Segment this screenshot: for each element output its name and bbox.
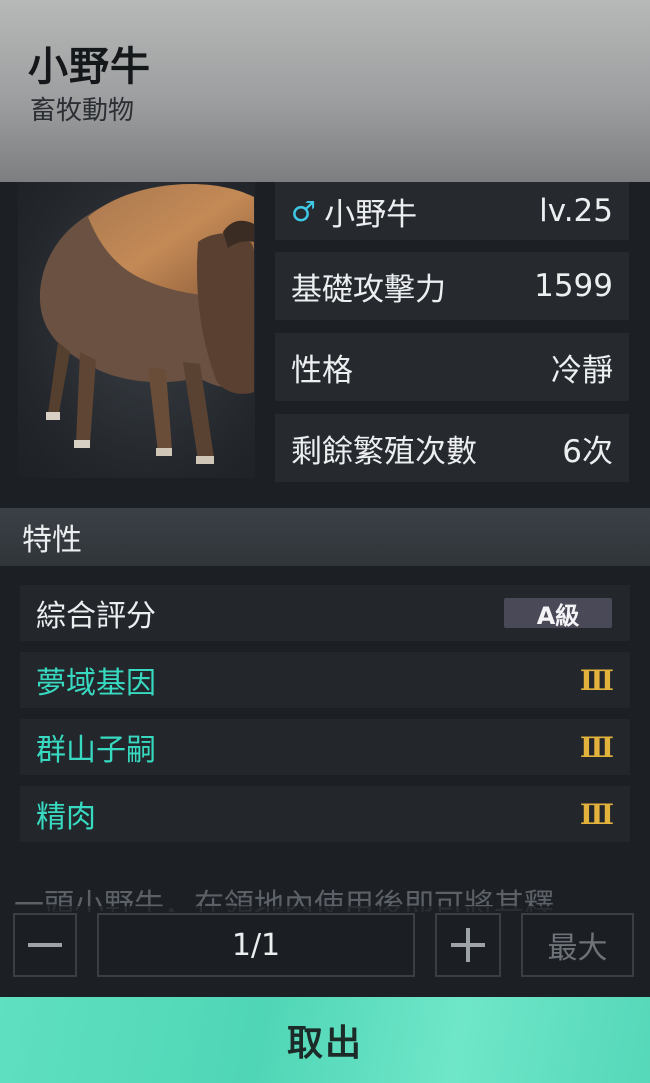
trait-row[interactable]: 精肉 Ⅲ [20,786,630,842]
trait-level: Ⅲ [579,663,614,697]
breeding-label: 剩餘繁殖次數 [291,433,477,470]
increase-button[interactable] [435,913,501,977]
trait-name: 夢域基因 [36,666,156,701]
breeding-value: 6次 [562,433,613,470]
max-label: 最大 [547,931,608,966]
page-title: 小野牛 [28,44,151,90]
plus-icon [451,928,485,962]
bison-image [39,183,255,464]
stat-row-name-level: ♂ 小野牛 lv.25 [275,182,629,240]
trait-name: 群山子嗣 [36,733,156,768]
personality-label: 性格 [291,352,353,389]
trait-name: 精肉 [36,800,96,835]
max-button[interactable]: 最大 [521,913,634,977]
traits-section-title: 特性 [22,523,82,558]
take-out-button[interactable]: 取出 [0,997,650,1083]
overall-rating-label: 綜合評分 [36,599,156,634]
stat-row-breeding: 剩餘繁殖次數 6次 [275,414,629,482]
overall-rating-row: 綜合評分 A級 [20,585,630,641]
grade-badge: A級 [504,598,612,630]
minus-icon [28,943,62,947]
trait-level: Ⅲ [579,730,614,764]
trait-row[interactable]: 群山子嗣 Ⅲ [20,719,630,775]
decrease-button[interactable] [13,913,77,977]
quantity-field[interactable]: 1/1 [97,913,415,977]
trait-level: Ⅲ [579,797,614,831]
animal-name: 小野牛 [324,196,418,233]
quantity-value: 1/1 [231,927,281,963]
take-out-label: 取出 [286,1023,363,1064]
page-subtitle: 畜牧動物 [30,96,135,126]
attack-value: 1599 [534,268,613,304]
pet-detail-panel: 小野牛 畜牧動物 ♂ 小野牛 lv.25 基礎攻擊力 1599 性格 冷靜 剩餘… [0,0,650,1083]
level-value: lv.25 [539,193,613,229]
male-icon: ♂ [291,194,317,228]
stat-row-attack: 基礎攻擊力 1599 [275,252,629,320]
personality-value: 冷靜 [551,352,613,389]
stat-row-personality: 性格 冷靜 [275,333,629,401]
stat-name-label: ♂ 小野牛 [291,189,417,234]
attack-label: 基礎攻擊力 [291,271,446,308]
trait-row[interactable]: 夢域基因 Ⅲ [20,652,630,708]
bison-portrait [18,182,255,478]
header: 小野牛 畜牧動物 [0,0,650,182]
traits-section-header: 特性 [0,508,650,566]
